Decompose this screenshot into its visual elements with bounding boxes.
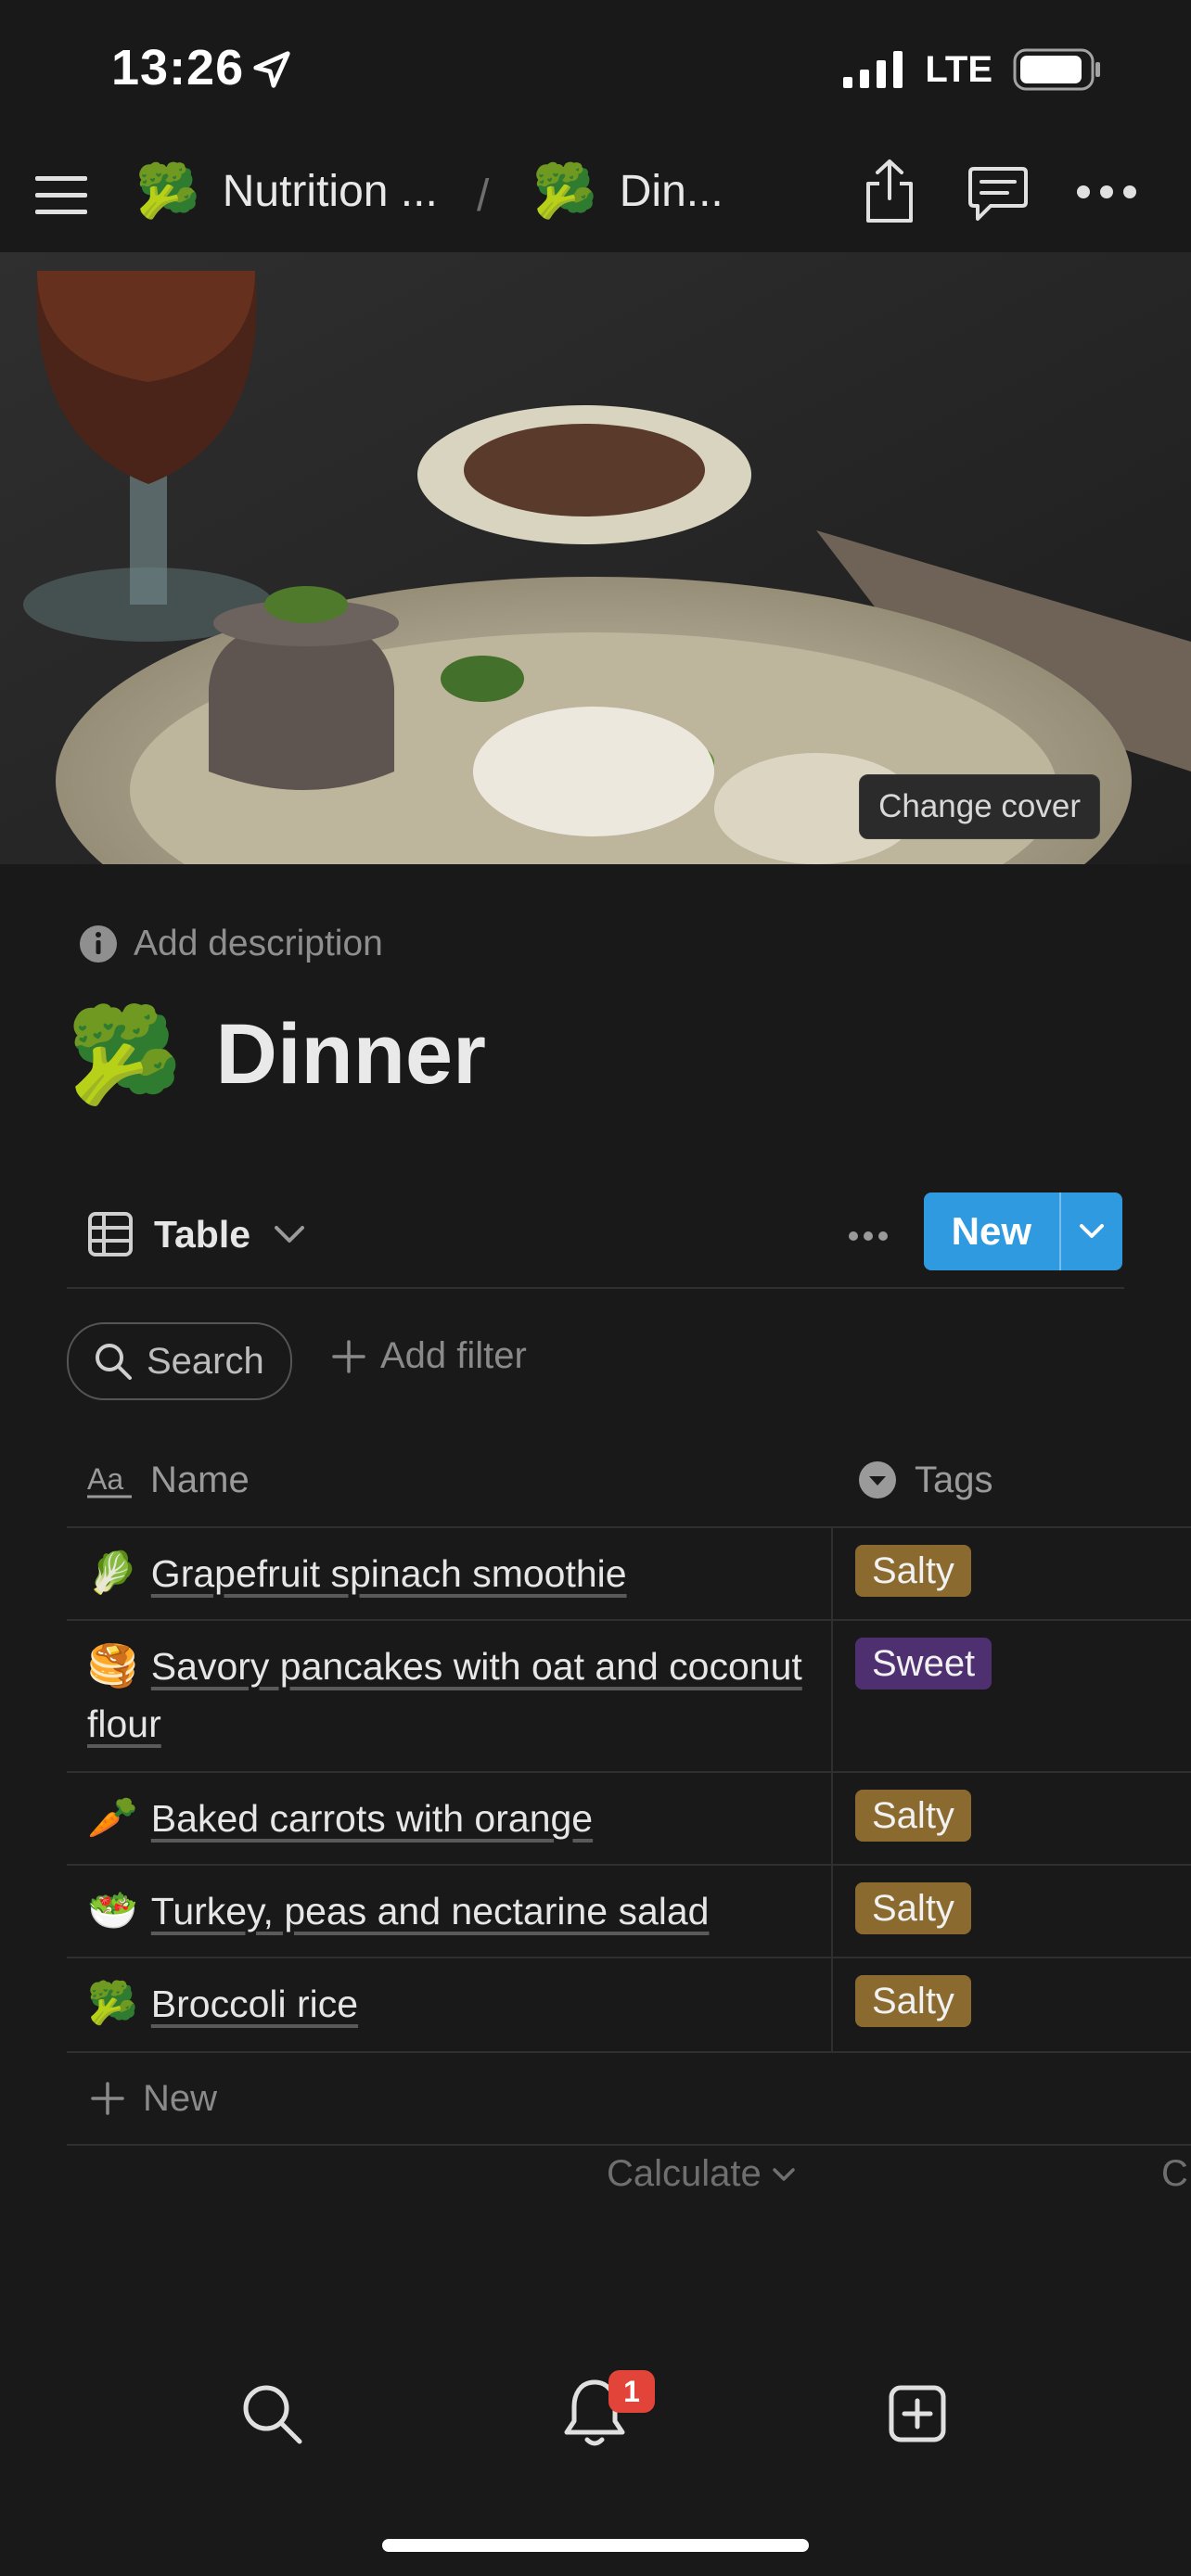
tags-cell[interactable]: Salty [833, 1866, 1191, 1957]
battery-icon [1013, 48, 1100, 91]
network-label: LTE [925, 48, 992, 90]
chevron-down-icon [773, 2167, 795, 2181]
add-description-label: Add description [134, 924, 383, 963]
name-cell[interactable]: 🥞 Savory pancakes with oat and coconut fl… [67, 1621, 833, 1771]
add-row-button[interactable]: New [67, 2053, 1191, 2146]
tag-badge: Salty [855, 1545, 971, 1597]
new-button-group: New [923, 1192, 1122, 1270]
search-button[interactable]: Search [67, 1322, 292, 1400]
new-button[interactable]: New [924, 1192, 1059, 1270]
notification-badge: 1 [608, 2370, 655, 2413]
row-name[interactable]: Baked carrots with orange [151, 1797, 593, 1840]
database-table: Aa Name Tags 🥬 Grapefruit spinach smoothi… [67, 1434, 1191, 2146]
breadcrumb-workspace[interactable]: 🥦 Nutrition ... [135, 165, 438, 217]
chevron-down-icon [1080, 1224, 1104, 1238]
view-options-icon[interactable] [848, 1230, 889, 1243]
svg-text:Aa: Aa [87, 1462, 123, 1496]
select-property-icon [859, 1461, 896, 1498]
tag-badge: Salty [855, 1790, 971, 1842]
location-arrow-icon [253, 51, 290, 88]
row-name[interactable]: Turkey, peas and nectarine salad [151, 1890, 710, 1932]
column-tags-label: Tags [915, 1459, 993, 1500]
status-indicators: LTE [843, 48, 1102, 91]
add-filter-label: Add filter [380, 1335, 527, 1376]
tag-badge: Salty [855, 1882, 971, 1934]
row-icon: 🥦 [87, 1981, 138, 2026]
signal-icon [843, 51, 903, 88]
column-header-name[interactable]: Aa Name [67, 1460, 833, 1501]
share-icon[interactable] [861, 158, 918, 224]
name-cell[interactable]: 🥦 Broccoli rice [67, 1958, 833, 2051]
more-icon[interactable] [1076, 184, 1137, 200]
row-icon: 🥗 [87, 1888, 138, 1933]
table-row[interactable]: 🥬 Grapefruit spinach smoothie Salty [67, 1528, 1191, 1621]
table-row[interactable]: 🥦 Broccoli rice Salty [67, 1958, 1191, 2053]
plus-icon [91, 2082, 124, 2115]
cover-image [0, 252, 1191, 864]
row-icon: 🥕 [87, 1795, 138, 1841]
breadcrumb-page-label: Din... [619, 166, 724, 216]
breadcrumb-page[interactable]: 🥦 Din... [532, 165, 724, 217]
add-filter-button[interactable]: Add filter [330, 1335, 527, 1377]
name-cell[interactable]: 🥕 Baked carrots with orange [67, 1773, 833, 1864]
row-name[interactable]: Savory pancakes with oat and coconut flo… [87, 1645, 802, 1745]
tags-cell[interactable]: Sweet [833, 1621, 1191, 1771]
name-cell[interactable]: 🥗 Turkey, peas and nectarine salad [67, 1866, 833, 1957]
row-name[interactable]: Grapefruit spinach smoothie [151, 1552, 627, 1595]
column-header-tags[interactable]: Tags [833, 1460, 993, 1501]
search-icon [96, 1344, 132, 1380]
tag-badge: Sweet [855, 1638, 992, 1690]
plus-icon [332, 1339, 365, 1373]
status-time: 13:26 [111, 40, 245, 96]
add-description[interactable]: Add description [78, 924, 383, 964]
table-header-row: Aa Name Tags [67, 1434, 1191, 1528]
new-dropdown-button[interactable] [1059, 1192, 1122, 1270]
cover-photo [0, 252, 1191, 864]
page-icon[interactable]: 🥦 [67, 1009, 183, 1102]
change-cover-button[interactable]: Change cover [859, 774, 1100, 839]
top-navigation: 🥦 Nutrition ... / 🥦 Din... [0, 148, 1191, 250]
broccoli-icon: 🥦 [135, 161, 200, 220]
table-row[interactable]: 🥗 Turkey, peas and nectarine salad Salty [67, 1866, 1191, 1958]
view-label: Table [154, 1212, 251, 1256]
tags-cell[interactable]: Salty [833, 1528, 1191, 1619]
search-label: Search [147, 1340, 264, 1382]
row-icon: 🥬 [87, 1550, 138, 1596]
broccoli-icon: 🥦 [532, 161, 597, 220]
tags-cell[interactable]: Salty [833, 1958, 1191, 2051]
calculate-button[interactable]: Calculate [607, 2153, 797, 2195]
text-property-icon: Aa [87, 1462, 132, 1498]
table-icon [88, 1212, 133, 1256]
add-row-label: New [143, 2077, 218, 2119]
search-icon [243, 2385, 302, 2444]
breadcrumb-separator: / [477, 172, 490, 221]
tab-search[interactable] [232, 2374, 312, 2454]
tags-cell[interactable]: Salty [833, 1773, 1191, 1864]
tab-new-page[interactable] [877, 2374, 957, 2454]
column-name-label: Name [150, 1459, 250, 1500]
view-switcher[interactable]: Table [87, 1211, 308, 1257]
name-cell[interactable]: 🥬 Grapefruit spinach smoothie [67, 1528, 833, 1619]
home-indicator [382, 2539, 809, 2552]
comment-icon[interactable] [967, 165, 1030, 223]
row-icon: 🥞 [87, 1643, 138, 1689]
calculate-button-clipped[interactable]: C [1161, 2153, 1188, 2195]
table-row[interactable]: 🥕 Baked carrots with orange Salty [67, 1773, 1191, 1866]
page-title-row: 🥦 Dinner [67, 1006, 486, 1103]
page-title[interactable]: Dinner [216, 1006, 486, 1103]
new-page-icon [889, 2385, 946, 2442]
row-name[interactable]: Broccoli rice [151, 1983, 358, 2025]
menu-icon[interactable] [35, 169, 87, 221]
breadcrumb-workspace-label: Nutrition ... [222, 166, 438, 216]
info-icon [80, 925, 117, 963]
table-row[interactable]: 🥞 Savory pancakes with oat and coconut fl… [67, 1621, 1191, 1773]
calculate-label: Calculate [607, 2153, 762, 2194]
tag-badge: Salty [855, 1975, 971, 2027]
chevron-down-icon [275, 1226, 305, 1243]
